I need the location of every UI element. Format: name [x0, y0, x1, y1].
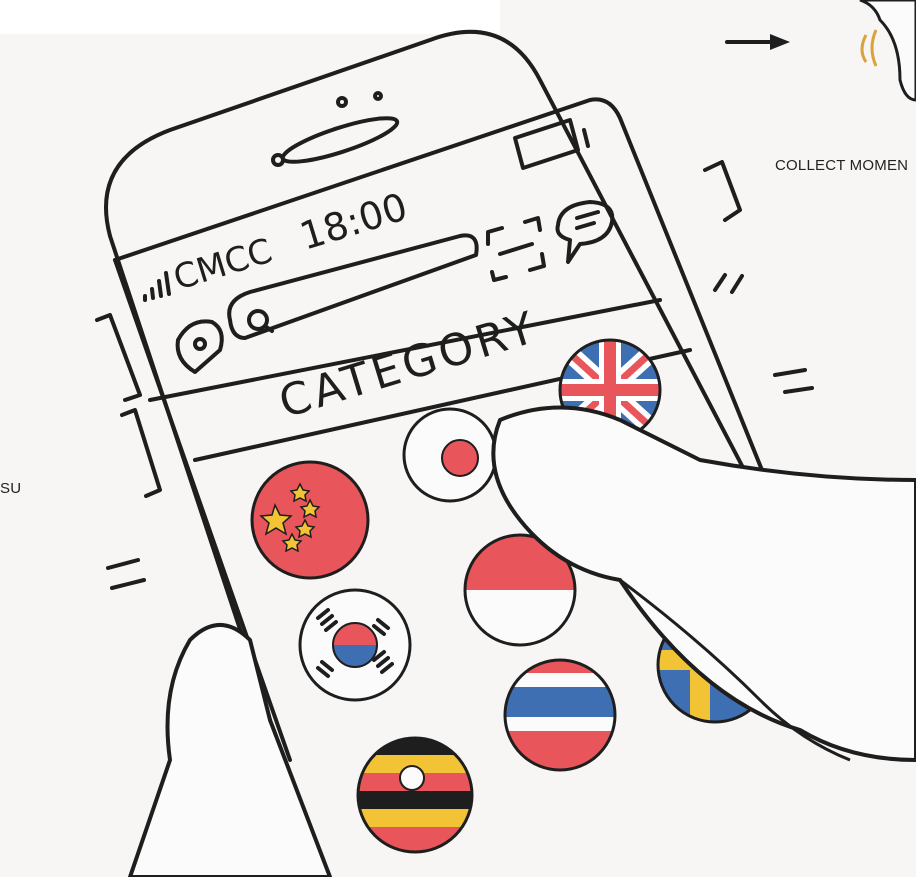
uganda-flag-button[interactable] [355, 735, 475, 857]
category-heading: CATEGORY [273, 302, 544, 429]
caption-collect-moment: COLLECT MOMEN [775, 157, 909, 174]
thailand-flag-button[interactable] [500, 655, 620, 776]
clock-time: 18:00 [295, 185, 413, 259]
south-korea-flag-button[interactable] [298, 588, 412, 702]
sketch-illustration: CMCC 18:00 CATEGORY [95, 0, 916, 877]
caption-left: SU [0, 480, 22, 497]
collect-moment-illustration [859, 0, 916, 102]
china-flag-button[interactable] [250, 460, 370, 580]
japan-flag-button[interactable] [402, 407, 498, 503]
